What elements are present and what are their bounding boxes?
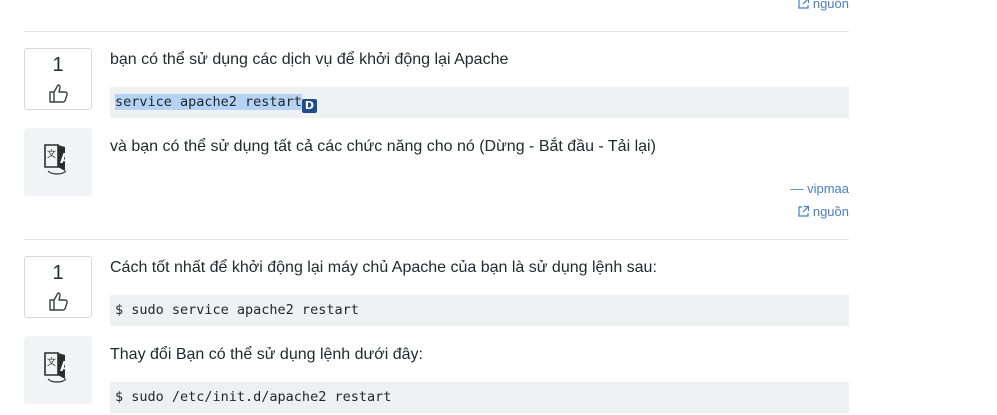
vote-box[interactable]: 1 xyxy=(24,256,92,318)
answer-divider xyxy=(24,239,849,240)
svg-text:A: A xyxy=(60,152,70,167)
answer-text: Cách tốt nhất để khởi động lại máy chủ A… xyxy=(110,259,657,276)
source-link[interactable]: nguồn xyxy=(797,204,849,219)
source-label: nguồn xyxy=(812,204,849,219)
thumbs-up-icon[interactable] xyxy=(48,290,70,312)
svg-text:文: 文 xyxy=(47,356,56,368)
answer-text: bạn có thể sử dụng các dịch vụ để khởi đ… xyxy=(110,51,509,68)
translate-button[interactable]: A文 xyxy=(24,336,92,404)
code-block: $ sudo service apache2 restart xyxy=(110,295,849,326)
vote-box[interactable]: 1 xyxy=(24,48,92,110)
vote-count: 1 xyxy=(52,262,64,284)
dictionary-badge[interactable]: D xyxy=(301,99,317,113)
answer-text: Thay đổi Bạn có thể sử dụng lệnh dưới đâ… xyxy=(110,346,423,363)
code-block: service apache2 restart D xyxy=(110,87,849,118)
selected-code: service apache2 restart xyxy=(115,94,302,110)
code-block: $ sudo /etc/init.d/apache2 restart xyxy=(110,382,849,413)
author-link[interactable]: — vipmaa xyxy=(790,181,849,196)
share-icon xyxy=(798,205,809,217)
answer-divider xyxy=(24,31,849,32)
previous-answer-source-link[interactable]: nguồn xyxy=(797,0,849,11)
answer-text: và bạn có thể sử dụng tất cả các chức nă… xyxy=(110,138,656,155)
svg-text:A: A xyxy=(60,360,70,375)
vote-count: 1 xyxy=(52,54,64,76)
translate-icon: A文 xyxy=(44,352,70,383)
share-icon xyxy=(798,0,809,9)
translate-button[interactable]: A文 xyxy=(24,128,92,196)
source-label: nguồn xyxy=(812,0,849,11)
svg-text:文: 文 xyxy=(47,148,56,160)
translate-icon: A文 xyxy=(44,144,70,175)
thumbs-up-icon[interactable] xyxy=(48,82,70,104)
